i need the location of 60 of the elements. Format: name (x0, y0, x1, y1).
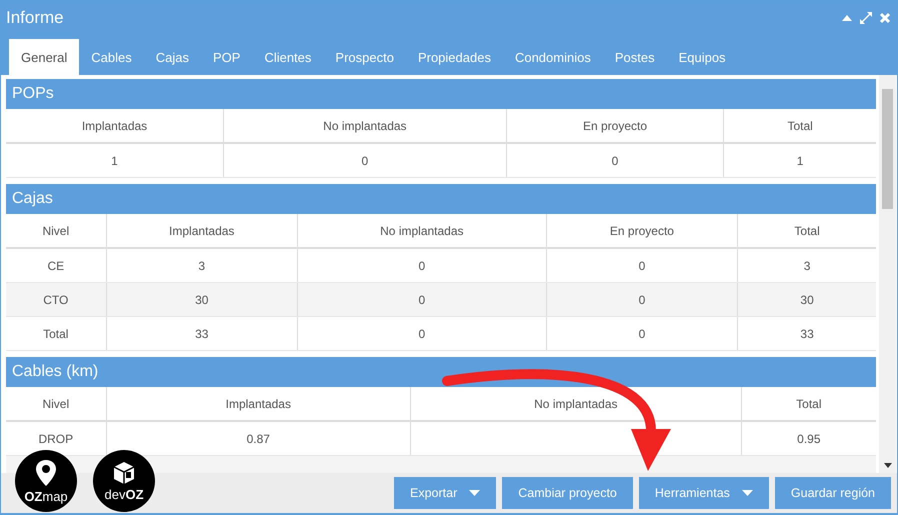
expand-icon[interactable] (859, 11, 873, 25)
column-header: Total (741, 387, 876, 421)
tab[interactable]: Cables (79, 39, 144, 75)
scrollbar-thumb[interactable] (882, 89, 893, 209)
table-cell: 0 (418, 326, 426, 340)
table-cell: 30 (800, 292, 814, 306)
table-cell: 0 (638, 292, 646, 306)
table-cell: 30 (195, 292, 208, 306)
tab[interactable]: POP (200, 39, 252, 75)
table-cell: 33 (800, 326, 814, 340)
table-cell: 0 (638, 258, 646, 272)
column-header: Nivel (6, 214, 106, 248)
table-cell: 33 (195, 326, 208, 340)
column-header: En proyecto (506, 109, 724, 143)
section-title: Cajas (6, 184, 876, 214)
column-header: Total (738, 214, 876, 248)
table-cell: CTO (43, 292, 68, 306)
column-header: Implantadas (6, 109, 224, 143)
footer-button[interactable]: Guardar región (774, 477, 891, 509)
table-cell: 3 (198, 258, 206, 272)
collapse-icon[interactable] (841, 14, 853, 22)
footer-button[interactable]: Herramientas (638, 477, 769, 509)
section-title: Cables (km) (6, 357, 876, 387)
column-header: Nivel (6, 387, 106, 421)
close-icon[interactable] (879, 12, 891, 24)
column-header: No implantadas (224, 109, 506, 143)
column-header: Total (724, 109, 876, 143)
tab[interactable]: Cajas (144, 39, 201, 75)
table-cell: 0 (612, 154, 618, 168)
box-icon (111, 460, 137, 484)
table-cell: CE (47, 258, 64, 272)
table-cell: 0 (418, 292, 426, 306)
tab[interactable]: Propiedades (406, 39, 503, 75)
table-cell: Total (43, 326, 68, 340)
table-cell: 0.87 (246, 432, 270, 446)
scroll-down-icon[interactable] (884, 463, 892, 469)
column-header: En proyecto (546, 214, 738, 248)
tab[interactable]: Equipos (666, 39, 738, 75)
tab[interactable]: Condominios (502, 39, 603, 75)
column-header: Implantadas (106, 387, 411, 421)
column-header: Implantadas (106, 214, 298, 248)
table-cell: 0 (638, 326, 646, 340)
tab[interactable]: Clientes (252, 39, 324, 75)
section-title: POPs (6, 79, 876, 109)
tab[interactable]: Postes (602, 39, 667, 75)
map-pin-icon (35, 458, 57, 486)
table-cell: 3 (804, 258, 810, 272)
column-header: No implantadas (297, 214, 546, 248)
table-cell: 0 (418, 258, 426, 272)
tab[interactable]: General (9, 39, 80, 75)
tab[interactable]: Prospecto (323, 39, 406, 75)
table-cell: DROP (38, 432, 74, 446)
table-cell: 1 (111, 154, 118, 168)
window-title: Informe (6, 8, 64, 28)
table-cell: 0 (362, 154, 368, 168)
footer-button[interactable]: Exportar (394, 477, 496, 509)
footer-button[interactable]: Cambiar proyecto (502, 477, 633, 509)
table-cell: 1 (796, 154, 804, 168)
table-cell: 0.95 (797, 432, 820, 446)
column-header: No implantadas (410, 387, 742, 421)
